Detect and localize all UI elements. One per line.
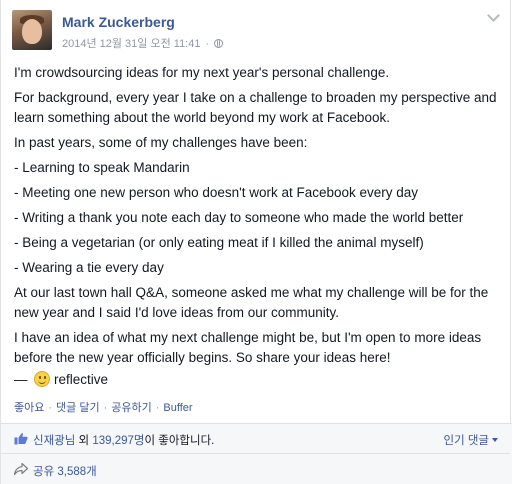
feeling-dash: — xyxy=(14,372,28,387)
challenge-list-item: - Writing a thank you note each day to s… xyxy=(14,210,464,225)
likes-row: 신재광님 외 139,297명이 좋아합니다. 인기 댓글 xyxy=(1,424,510,454)
shares-row: 공유 3,588개 xyxy=(1,454,510,484)
author-avatar[interactable] xyxy=(12,10,52,50)
likes-summary: 신재광님 외 139,297명이 좋아합니다. xyxy=(33,432,214,448)
comment-link[interactable]: 댓글 달기 xyxy=(56,402,100,414)
post-paragraph: I'm crowdsourcing ideas for my next year… xyxy=(14,65,390,80)
meta-separator: · xyxy=(205,38,210,50)
likes-count[interactable]: 139,297명 xyxy=(92,435,144,447)
post-timestamp[interactable]: 2014년 12월 31일 오전 11:41 xyxy=(62,38,200,50)
author-name[interactable]: Mark Zuckerberg xyxy=(62,14,175,30)
post-actions: 좋아요 · 댓글 달기 · 공유하기 · Buffer xyxy=(14,399,193,415)
buffer-link[interactable]: Buffer xyxy=(163,402,192,414)
liker-name[interactable]: 신재광님 xyxy=(33,435,75,447)
share-arrow-icon xyxy=(14,463,28,475)
share-link[interactable]: 공유하기 xyxy=(111,402,151,414)
challenge-list-item: - Meeting one new person who doesn't wor… xyxy=(14,185,419,200)
avatar-face xyxy=(22,19,42,44)
action-separator: · xyxy=(155,402,160,414)
feeling-label: reflective xyxy=(54,372,109,387)
post-body: I'm crowdsourcing ideas for my next year… xyxy=(14,63,504,373)
challenge-list-item: - Learning to speak Mandarin xyxy=(14,160,190,175)
challenge-list-item: - Wearing a tie every day xyxy=(14,260,164,275)
comment-sort-dropdown[interactable]: 인기 댓글 xyxy=(443,432,498,448)
post-header: Mark Zuckerberg 2014년 12월 31일 오전 11:41 · xyxy=(12,10,502,54)
likes-connector: 외 xyxy=(75,435,93,447)
post-paragraph: I have an idea of what my next challenge… xyxy=(14,330,482,365)
chevron-down-icon[interactable] xyxy=(486,10,500,24)
smiley-icon xyxy=(34,371,51,387)
action-separator: · xyxy=(103,402,108,414)
post-meta: 2014년 12월 31일 오전 11:41 · xyxy=(62,35,224,51)
caret-down-icon xyxy=(492,438,498,442)
feeling-line: — reflective xyxy=(14,370,108,390)
post-paragraph: For background, every year I take on a c… xyxy=(14,90,497,125)
globe-icon[interactable] xyxy=(214,39,224,48)
action-separator: · xyxy=(48,402,53,414)
thumbs-up-icon[interactable] xyxy=(14,432,28,445)
facebook-post-card: Mark Zuckerberg 2014년 12월 31일 오전 11:41 ·… xyxy=(0,0,512,484)
challenge-list-item: - Being a vegetarian (or only eating mea… xyxy=(14,235,424,250)
post-paragraph: In past years, some of my challenges hav… xyxy=(14,135,308,150)
comment-sort-label: 인기 댓글 xyxy=(443,435,489,447)
like-link[interactable]: 좋아요 xyxy=(14,402,44,414)
post-paragraph: At our last town hall Q&A, someone asked… xyxy=(14,285,489,320)
shares-count[interactable]: 공유 3,588개 xyxy=(33,463,97,479)
likes-suffix: 이 좋아합니다. xyxy=(144,435,215,447)
post-footer: 신재광님 외 139,297명이 좋아합니다. 인기 댓글 공유 3,588개 xyxy=(1,423,512,484)
